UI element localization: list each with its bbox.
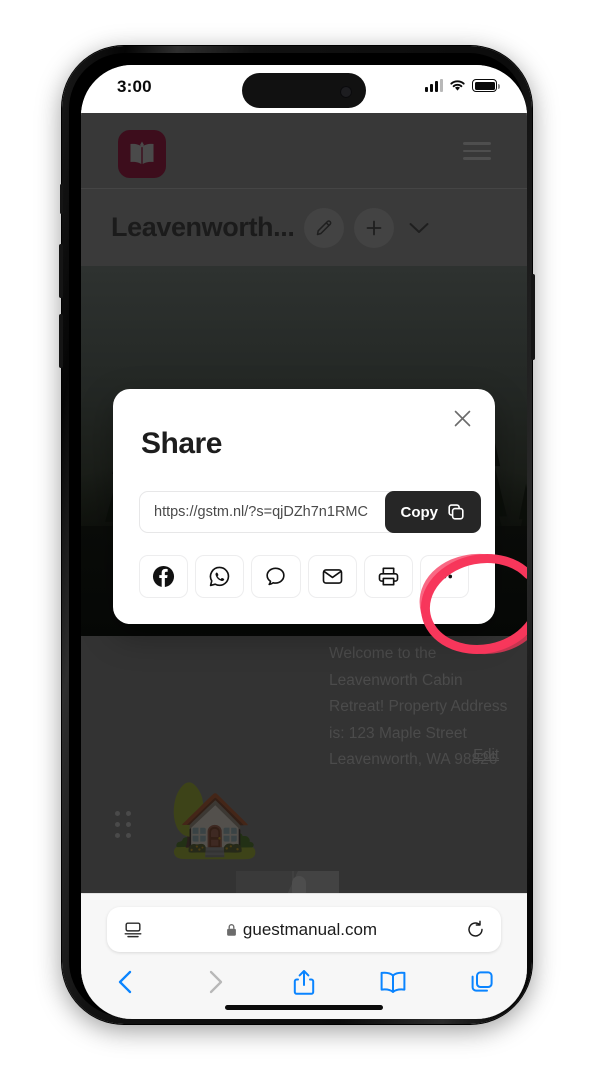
forward-button[interactable] xyxy=(170,960,259,1004)
safari-bottom-bar: guestmanual.com xyxy=(81,893,527,1019)
ellipsis-icon xyxy=(436,574,453,579)
chat-bubble-icon xyxy=(266,567,286,586)
site-header xyxy=(81,113,527,188)
edit-link[interactable]: Edit xyxy=(473,746,499,763)
share-print-button[interactable] xyxy=(363,555,413,598)
house-emoji: 🏡 xyxy=(168,777,262,860)
pencil-icon[interactable] xyxy=(304,207,345,248)
back-button[interactable] xyxy=(81,960,170,1004)
wifi-icon xyxy=(450,80,465,91)
home-indicator xyxy=(225,1005,383,1010)
copy-button-label: Copy xyxy=(400,503,439,521)
phone-screen: 3:00 Leavenworth... 🏡 Welcome to the Lea… xyxy=(81,65,527,1019)
open-book-logo-icon[interactable] xyxy=(118,130,166,178)
share-email-button[interactable] xyxy=(307,555,357,598)
reload-icon[interactable] xyxy=(466,920,485,939)
power-button[interactable] xyxy=(531,274,535,360)
status-bar-time: 3:00 xyxy=(117,77,152,96)
signal-bars-icon xyxy=(425,79,443,92)
safari-toolbar xyxy=(81,960,527,1004)
share-more-button[interactable] xyxy=(419,555,470,598)
silent-switch[interactable] xyxy=(60,184,63,214)
volume-up-button[interactable] xyxy=(59,244,63,298)
facebook-icon xyxy=(153,565,175,588)
status-bar-indicators xyxy=(425,79,500,92)
whatsapp-icon xyxy=(209,566,230,587)
listing-title-bar: Leavenworth... xyxy=(81,188,527,266)
hamburger-menu-icon[interactable] xyxy=(463,140,491,162)
phone-bezel: 3:00 Leavenworth... 🏡 Welcome to the Lea… xyxy=(69,53,527,1019)
phone-frame: 3:00 Leavenworth... 🏡 Welcome to the Lea… xyxy=(59,46,535,1024)
printer-icon xyxy=(378,567,399,586)
share-modal-title: Share xyxy=(141,427,222,460)
front-camera-lens xyxy=(340,86,352,98)
copy-duplicate-icon xyxy=(448,504,464,520)
envelope-icon xyxy=(322,569,342,584)
lock-icon xyxy=(227,923,236,936)
share-modal: Share Copy xyxy=(113,389,527,655)
url-text: guestmanual.com xyxy=(242,919,378,939)
plus-icon[interactable] xyxy=(354,207,395,248)
share-message-button[interactable] xyxy=(251,555,301,598)
bookmarks-button[interactable] xyxy=(349,960,438,1004)
share-whatsapp-button[interactable] xyxy=(195,555,245,598)
close-x-icon[interactable] xyxy=(447,403,477,433)
volume-down-button[interactable] xyxy=(59,314,63,368)
share-targets-row xyxy=(139,555,470,598)
battery-icon xyxy=(472,79,500,92)
tabs-button[interactable] xyxy=(438,960,527,1004)
url-display[interactable]: guestmanual.com xyxy=(137,920,466,940)
page-title: Leavenworth... xyxy=(111,212,295,242)
address-bar[interactable]: guestmanual.com xyxy=(107,907,501,952)
dynamic-island xyxy=(242,73,366,108)
status-bar: 3:00 xyxy=(81,65,527,113)
share-facebook-button[interactable] xyxy=(139,555,189,598)
copy-button[interactable]: Copy xyxy=(384,491,481,533)
share-link-row: Copy xyxy=(139,491,527,655)
chevron-down-icon[interactable] xyxy=(402,208,436,248)
share-button[interactable] xyxy=(259,960,348,1004)
drag-handle-dots-icon[interactable] xyxy=(115,811,131,838)
